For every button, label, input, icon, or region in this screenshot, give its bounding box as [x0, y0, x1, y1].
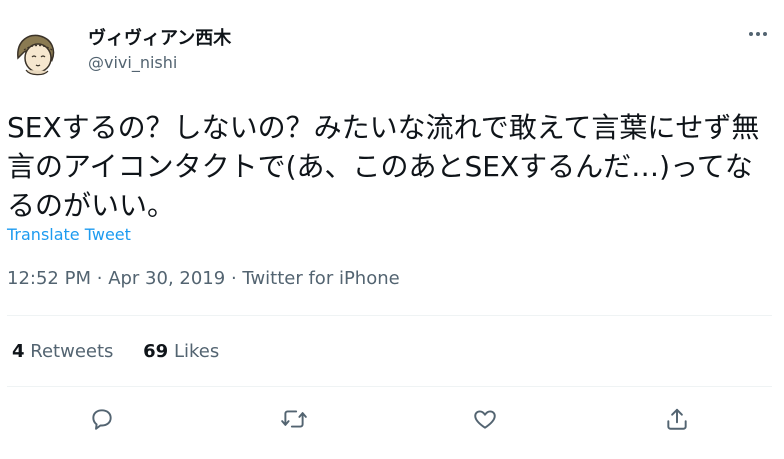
divider [7, 315, 772, 316]
translate-tweet-link[interactable]: Translate Tweet [7, 225, 131, 244]
reply-button[interactable] [87, 404, 117, 434]
likes-label: Likes [173, 341, 220, 362]
like-icon [474, 410, 496, 429]
tweet-source[interactable]: Twitter for iPhone [242, 268, 399, 289]
retweets-stat[interactable]: 4 Retweets [12, 341, 113, 362]
meta-separator: · [96, 268, 103, 289]
reply-icon [92, 409, 112, 430]
like-button[interactable] [470, 404, 500, 434]
likes-count: 69 [143, 341, 169, 362]
share-icon [667, 408, 687, 430]
more-options-button[interactable] [744, 22, 772, 46]
retweet-icon [281, 410, 307, 428]
retweets-count: 4 [12, 341, 25, 362]
tweet-date[interactable]: Apr 30, 2019 [108, 268, 225, 289]
likes-stat[interactable]: 69 Likes [143, 341, 219, 362]
tweet-time[interactable]: 12:52 PM [7, 268, 91, 289]
more-icon [749, 32, 767, 36]
tweet-metadata: 12:52 PM · Apr 30, 2019 · Twitter for iP… [7, 268, 400, 289]
retweets-label: Retweets [30, 341, 114, 362]
user-handle[interactable]: @vivi_nishi [88, 53, 177, 72]
display-name[interactable]: ヴィヴィアン西木 [88, 24, 231, 50]
share-button[interactable] [662, 404, 692, 434]
tweet-text: SEXするの？しないの？みたいな流れで敢えて言葉にせず無言のアイコンタクトで(あ… [7, 111, 760, 222]
retweet-button[interactable] [279, 404, 309, 434]
avatar[interactable] [10, 28, 60, 78]
tweet-stats: 4 Retweets 69 Likes [12, 341, 243, 362]
divider [7, 386, 772, 387]
meta-separator: · [230, 268, 237, 289]
